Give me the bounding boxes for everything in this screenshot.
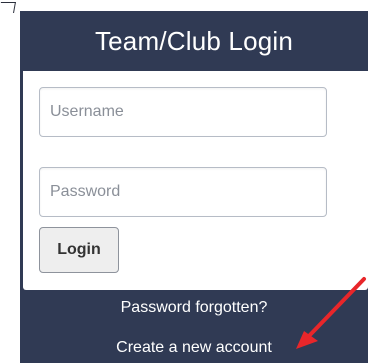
login-form: Login	[23, 71, 368, 290]
login-button[interactable]: Login	[39, 227, 119, 273]
password-forgotten-link[interactable]: Password forgotten?	[20, 299, 368, 317]
username-input[interactable]	[39, 87, 327, 137]
login-panel: Team/Club Login Login Password forgotten…	[20, 11, 368, 363]
password-input[interactable]	[39, 167, 327, 217]
login-title: Team/Club Login	[94, 26, 294, 56]
create-account-link[interactable]: Create a new account	[20, 339, 368, 357]
corner-mark	[0, 0, 16, 14]
